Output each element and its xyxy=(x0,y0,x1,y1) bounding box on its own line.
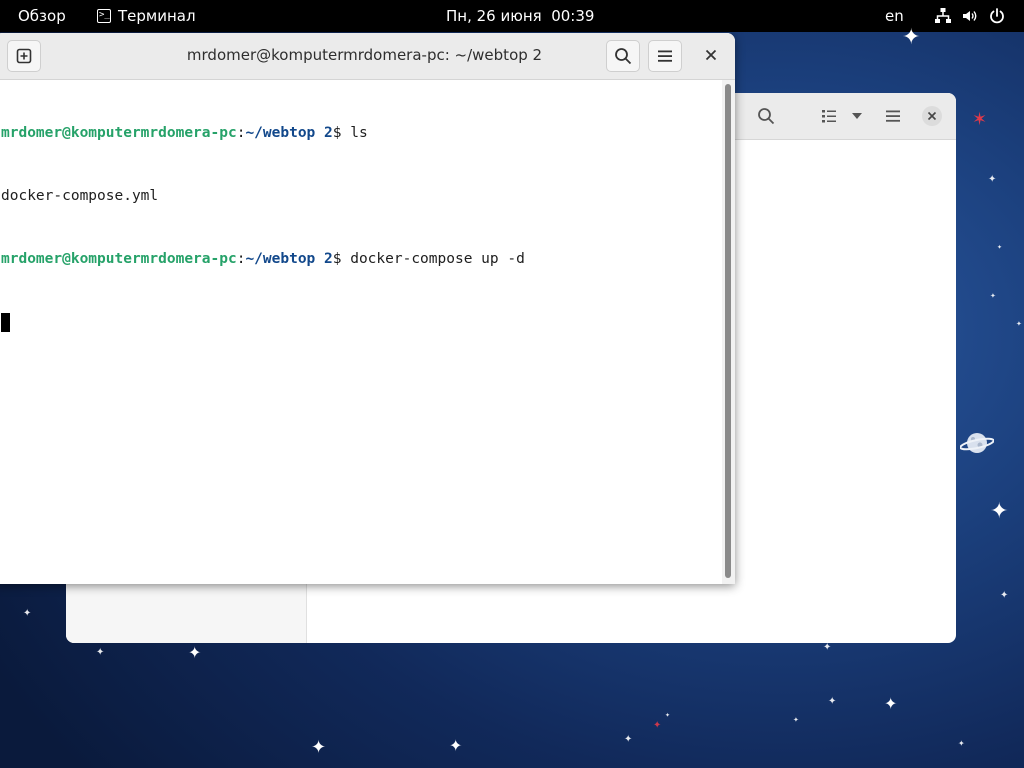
hamburger-menu-icon[interactable] xyxy=(882,105,904,127)
terminal-line: docker-compose.yml xyxy=(1,186,722,207)
text-cursor xyxy=(1,312,10,332)
close-icon[interactable] xyxy=(921,105,943,127)
activities-button[interactable]: Обзор xyxy=(18,7,66,25)
star-decoration: ✦ xyxy=(1000,590,1009,601)
command-text: ls xyxy=(350,125,368,141)
power-icon[interactable] xyxy=(988,7,1006,25)
star-decoration: ✦ xyxy=(96,647,105,658)
star-decoration: ✦ xyxy=(653,720,662,731)
star-decoration: ✦ xyxy=(23,608,32,619)
search-icon[interactable] xyxy=(755,105,777,127)
prompt-user-host: mrdomer@komputermrdomera-pc xyxy=(1,125,237,141)
scrollbar-thumb[interactable] xyxy=(725,84,731,578)
terminal-line xyxy=(1,312,722,333)
prompt-symbol: $ xyxy=(332,251,351,267)
command-text: docker-compose up -d xyxy=(350,251,525,267)
app-menu-terminal[interactable]: >_ Терминал xyxy=(97,7,196,25)
search-button[interactable] xyxy=(606,40,640,72)
terminal-headerbar: mrdomer@komputermrdomera-pc: ~/webtop 2 xyxy=(0,33,735,80)
keyboard-layout-indicator[interactable]: en xyxy=(885,7,904,25)
terminal-icon: >_ xyxy=(97,9,111,23)
app-menu-label: Терминал xyxy=(118,7,196,25)
prompt-symbol: $ xyxy=(332,125,351,141)
star-decoration: ✦ xyxy=(990,499,1009,524)
system-tray[interactable] xyxy=(934,7,1006,25)
prompt-path: ~/webtop 2 xyxy=(245,251,333,267)
file-manager-sidebar xyxy=(66,583,307,643)
star-decoration: ✦ xyxy=(793,716,799,724)
star-decoration: ✦ xyxy=(188,643,202,662)
chevron-down-icon[interactable] xyxy=(846,105,868,127)
terminal-line: mrdomer@komputermrdomera-pc:~/webtop 2$ … xyxy=(1,123,722,144)
planet-decoration xyxy=(960,433,994,453)
star-decoration: ✦ xyxy=(988,174,997,185)
close-icon xyxy=(705,49,717,61)
top-bar: Обзор >_ Терминал Пн, 26 июня 00:39 en xyxy=(0,0,1024,32)
star-decoration: ✦ xyxy=(665,712,671,719)
search-icon xyxy=(615,48,632,65)
terminal-scrollbar[interactable] xyxy=(722,80,735,584)
star-decoration: ✦ xyxy=(958,739,965,748)
terminal-output[interactable]: mrdomer@komputermrdomera-pc:~/webtop 2$ … xyxy=(0,80,722,584)
star-decoration: ✦ xyxy=(828,696,837,707)
star-decoration: ✦ xyxy=(884,694,898,713)
star-decoration: ✦ xyxy=(990,292,996,300)
star-decoration: ✦ xyxy=(997,244,1003,251)
star-decoration: ✦ xyxy=(449,736,463,755)
star-decoration: ✦ xyxy=(902,25,921,50)
close-button[interactable] xyxy=(700,45,722,67)
network-icon[interactable] xyxy=(934,7,952,25)
command-output: docker-compose.yml xyxy=(1,188,159,204)
prompt-user-host: mrdomer@komputermrdomera-pc xyxy=(1,251,237,267)
list-view-icon[interactable] xyxy=(818,105,840,127)
menu-button[interactable] xyxy=(648,40,682,72)
volume-icon[interactable] xyxy=(961,7,979,25)
star-decoration: ✦ xyxy=(311,737,327,758)
hamburger-menu-icon xyxy=(658,50,672,62)
terminal-window[interactable]: mrdomer@komputermrdomera-pc: ~/webtop 2 … xyxy=(0,33,735,584)
clock[interactable]: Пн, 26 июня 00:39 xyxy=(446,7,594,25)
star-decoration: ✦ xyxy=(624,734,633,745)
star-decoration: ✶ xyxy=(972,109,988,130)
star-decoration: ✦ xyxy=(1016,320,1022,328)
prompt-path: ~/webtop 2 xyxy=(245,125,333,141)
terminal-line: mrdomer@komputermrdomera-pc:~/webtop 2$ … xyxy=(1,249,722,270)
